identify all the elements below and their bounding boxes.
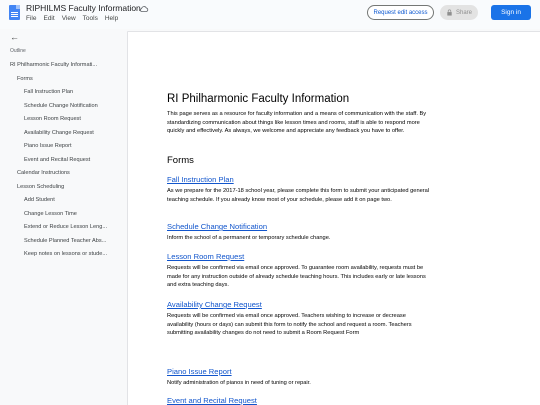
section-text: Inform the school of a permanent or temp… — [167, 235, 331, 241]
document-heading: RI Philharmonic Faculty Information — [167, 93, 350, 105]
outline-item[interactable]: Schedule Planned Teacher Abs... — [24, 238, 124, 244]
link-availability-change-request[interactable]: Availability Change Request — [167, 300, 262, 309]
outline-item[interactable]: Calendar Instructions — [17, 170, 117, 176]
menu-view[interactable]: View — [62, 15, 76, 22]
lock-icon — [447, 9, 452, 16]
cloud-status-icon[interactable] — [139, 4, 149, 14]
link-event-and-recital-request[interactable]: Event and Recital Request — [167, 396, 257, 405]
menu-tools[interactable]: Tools — [83, 15, 98, 22]
menu-file[interactable]: File — [26, 15, 36, 22]
top-bar: RIPHILMS Faculty Information File Edit V… — [0, 0, 540, 29]
section-text: Requests will be confirmed via email onc… — [167, 313, 412, 337]
outline-item[interactable]: Event and Recital Request — [24, 157, 124, 163]
outline-item[interactable]: Change Lesson Time — [24, 211, 124, 217]
outline-item[interactable]: Availability Change Request — [24, 130, 124, 136]
menu-bar: File Edit View Tools Help — [26, 15, 118, 22]
outline-item[interactable]: Lesson Room Request — [24, 116, 124, 122]
link-lesson-room-request[interactable]: Lesson Room Request — [167, 252, 244, 261]
sign-in-button[interactable]: Sign in — [491, 5, 531, 20]
back-arrow-icon[interactable]: ← — [10, 32, 19, 42]
outline-item[interactable]: Schedule Change Notification — [24, 103, 124, 109]
share-label: Share — [455, 9, 472, 16]
request-edit-button[interactable]: Request edit access — [367, 5, 434, 20]
document-title: RIPHILMS Faculty Information — [26, 3, 141, 13]
outline-item[interactable]: Keep notes on lessons or stude... — [24, 251, 124, 257]
link-fall-instruction-plan[interactable]: Fall Instruction Plan — [167, 175, 234, 184]
outline-item[interactable]: Add Student — [24, 197, 124, 203]
outline-item[interactable]: Lesson Scheduling — [17, 184, 117, 190]
section-text: As we prepare for the 2017-18 school yea… — [167, 188, 430, 203]
document-page: RI Philharmonic Faculty Information This… — [128, 32, 540, 405]
outline-sidebar: ← Outline RI Philharmonic Faculty Inform… — [0, 29, 126, 405]
outline-item[interactable]: Fall Instruction Plan — [24, 89, 124, 95]
outline-item[interactable]: Extend or Reduce Lesson Leng... — [24, 224, 124, 230]
section-text: Requests will be confirmed via email onc… — [167, 265, 426, 289]
intro-paragraph: This page serves as a resource for facul… — [167, 111, 427, 135]
docs-logo-icon[interactable] — [9, 5, 20, 20]
outline-item[interactable]: Piano Issue Report — [24, 143, 124, 149]
share-button[interactable]: Share — [440, 5, 478, 20]
forms-heading: Forms — [167, 155, 194, 166]
link-piano-issue-report[interactable]: Piano Issue Report — [167, 367, 232, 376]
outline-item[interactable]: RI Philharmonic Faculty Informati... — [10, 62, 110, 68]
menu-edit[interactable]: Edit — [43, 15, 54, 22]
link-schedule-change-notification[interactable]: Schedule Change Notification — [167, 222, 267, 231]
menu-help[interactable]: Help — [105, 15, 118, 22]
outline-item[interactable]: Forms — [17, 76, 117, 82]
outline-label: Outline — [10, 48, 26, 54]
section-text: Notify administration of pianos in need … — [167, 380, 311, 386]
